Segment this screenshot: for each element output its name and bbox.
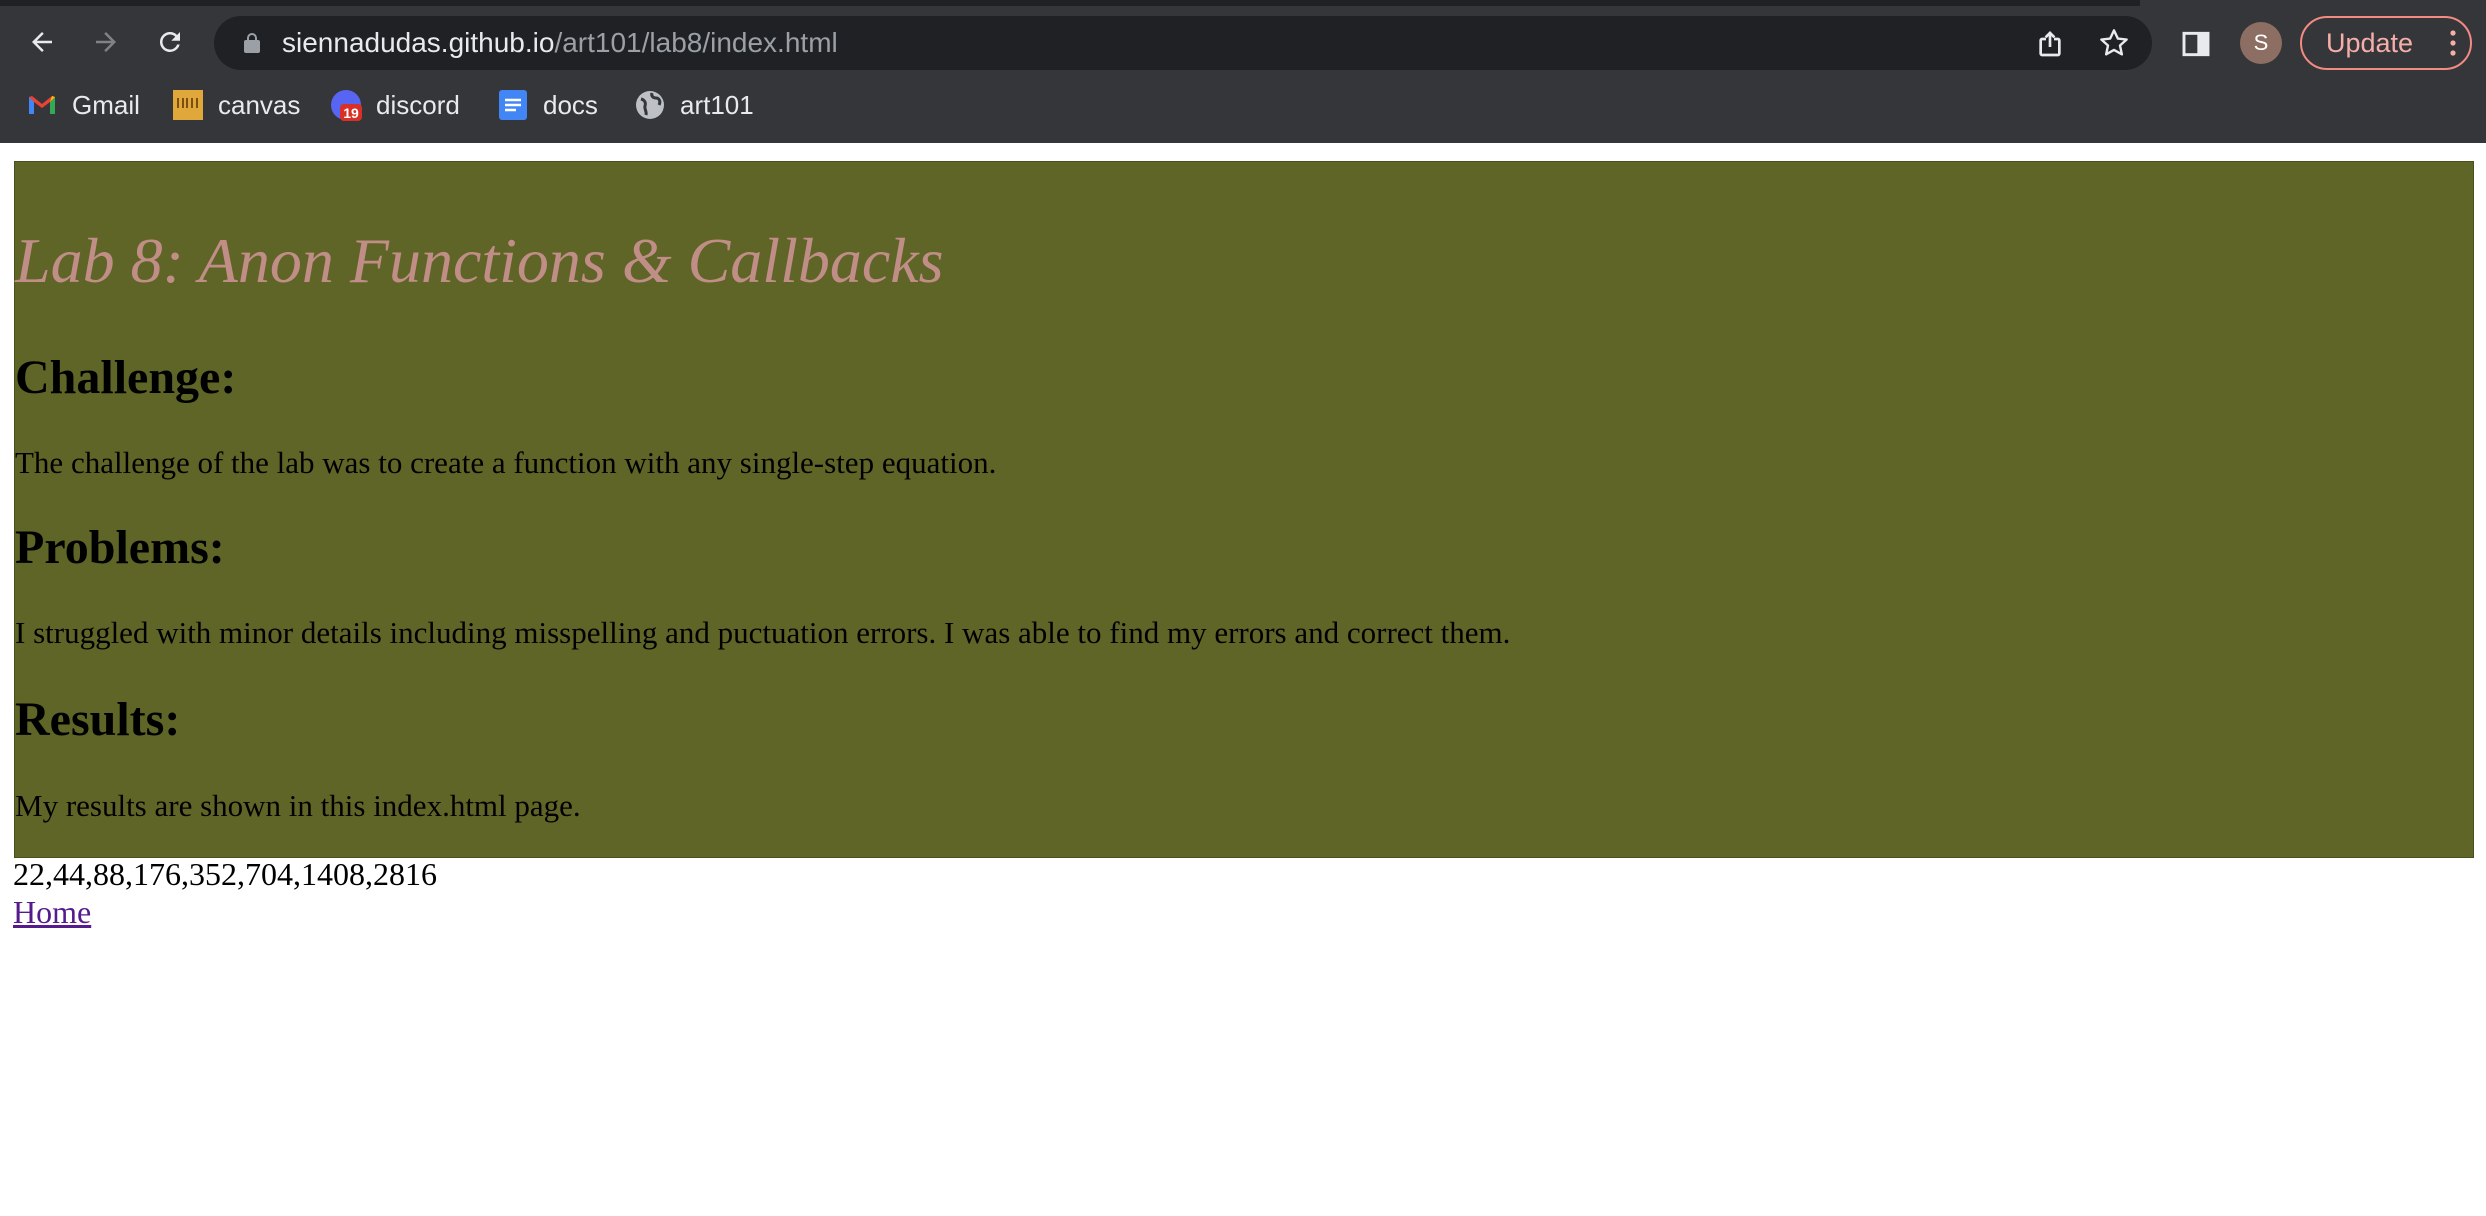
url-host: siennadudas.github.io	[282, 27, 555, 58]
docs-icon	[499, 90, 527, 120]
gmail-icon	[29, 96, 55, 114]
discord-icon: 19	[331, 90, 362, 121]
bookmark-docs[interactable]: docs	[497, 82, 598, 128]
globe-icon	[636, 91, 664, 119]
page-title: Lab 8: Anon Functions & Callbacks	[15, 225, 944, 296]
problems-text: I struggled with minor details including…	[15, 615, 1511, 650]
results-text: My results are shown in this index.html …	[15, 788, 581, 823]
url-text[interactable]: siennadudas.github.io/art101/lab8/index.…	[282, 16, 838, 70]
bookmark-label: canvas	[218, 89, 301, 120]
challenge-text: The challenge of the lab was to create a…	[15, 445, 997, 480]
back-button[interactable]	[20, 20, 64, 64]
svg-text:19: 19	[343, 105, 359, 121]
bookmark-label: art101	[680, 89, 754, 120]
reload-button[interactable]	[148, 20, 192, 64]
bookmark-gmail[interactable]: Gmail	[26, 82, 140, 128]
update-button[interactable]: Update	[2300, 16, 2472, 70]
problems-heading: Problems:	[15, 521, 225, 574]
share-icon[interactable]	[2034, 27, 2066, 59]
arrow-right-icon	[96, 32, 116, 52]
bookmark-art101[interactable]: art101	[634, 82, 754, 128]
arrow-left-icon	[32, 32, 52, 52]
address-bar[interactable]: siennadudas.github.io/art101/lab8/index.…	[214, 16, 2152, 70]
browser-toolbar: siennadudas.github.io/art101/lab8/index.…	[0, 6, 2486, 78]
bookmark-label: Gmail	[72, 89, 140, 120]
update-label: Update	[2326, 28, 2414, 58]
bookmark-discord[interactable]: 19 discord	[330, 82, 460, 128]
more-menu-icon[interactable]	[2450, 30, 2456, 56]
browser-chrome: siennadudas.github.io/art101/lab8/index.…	[0, 0, 2486, 143]
url-path: /art101/lab8/index.html	[554, 27, 838, 58]
home-link[interactable]: Home	[13, 894, 91, 931]
forward-button[interactable]	[84, 20, 128, 64]
bookmark-label: docs	[543, 89, 598, 120]
output-values: 22,44,88,176,352,704,1408,2816	[13, 856, 437, 892]
results-heading: Results:	[15, 693, 181, 746]
bookmark-star-icon[interactable]	[2098, 27, 2130, 59]
bookmark-canvas[interactable]: canvas	[172, 82, 300, 128]
side-panel-icon[interactable]	[2180, 28, 2212, 60]
lock-icon	[244, 33, 260, 53]
profile-avatar[interactable]: S	[2240, 22, 2282, 64]
lab-panel: Lab 8: Anon Functions & Callbacks Challe…	[14, 161, 2474, 858]
bookmarks-bar: Gmail canvas 19 discord docs art101	[0, 82, 2486, 128]
ucsc-icon	[173, 90, 203, 120]
reload-icon	[159, 31, 180, 52]
challenge-heading: Challenge:	[15, 351, 237, 404]
page-content: Lab 8: Anon Functions & Callbacks Challe…	[0, 143, 2486, 1216]
bookmark-label: discord	[376, 89, 460, 120]
